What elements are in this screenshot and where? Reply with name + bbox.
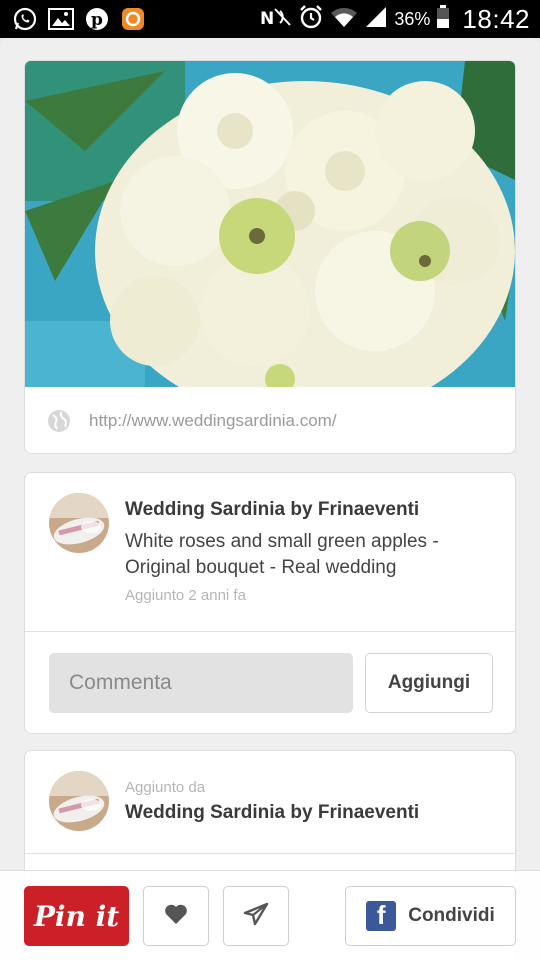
svg-text:N: N	[260, 9, 274, 29]
status-notification-icons: p	[12, 6, 146, 32]
source-url[interactable]: http://www.weddingsardinia.com/	[89, 411, 337, 431]
pinterest-icon: p	[84, 6, 110, 32]
clock: 18:42	[462, 3, 530, 34]
added-by-label: Aggiunto da	[125, 779, 206, 796]
battery-percent: 36%	[394, 8, 431, 29]
pin-text-block: Wedding Sardinia by Frinaeventi White ro…	[125, 499, 495, 604]
nfc-icon: N	[260, 5, 292, 34]
added-by-avatar-wrap[interactable]	[49, 771, 109, 831]
share-label: Condividi	[408, 905, 495, 926]
status-system-icons: N 36% 18:42	[260, 4, 530, 34]
source-link[interactable]: http://www.weddingsardinia.com/	[25, 387, 515, 453]
added-by-name[interactable]: Wedding Sardinia by Frinaeventi	[125, 802, 419, 824]
pin-info-card: Wedding Sardinia by Frinaeventi White ro…	[24, 472, 516, 734]
heart-icon	[164, 903, 188, 930]
facebook-icon: f	[366, 901, 397, 931]
divider	[25, 631, 515, 632]
avatar[interactable]	[49, 493, 109, 553]
pin-image-card: http://www.weddingsardinia.com/	[24, 60, 516, 454]
pin-added-time: Aggiunto 2 anni fa	[125, 587, 246, 604]
pin-description: White roses and small green apples - Ori…	[125, 531, 439, 578]
globe-icon	[47, 409, 71, 433]
whatsapp-icon	[12, 6, 38, 32]
comment-input[interactable]: Commenta	[49, 653, 353, 713]
alarm-icon	[298, 4, 324, 35]
share-button[interactable]: f Condividi	[345, 886, 516, 946]
orange-app-icon	[120, 6, 146, 32]
signal-icon	[364, 5, 388, 34]
divider	[25, 853, 515, 854]
pinner-avatar-wrap[interactable]	[49, 493, 109, 553]
gallery-icon	[48, 6, 74, 32]
pin-it-button[interactable]: Pin it	[24, 886, 129, 946]
add-comment-button[interactable]: Aggiungi	[365, 653, 493, 713]
added-by-text: Aggiunto da Wedding Sardinia by Frinaeve…	[125, 779, 419, 824]
svg-text:p: p	[91, 10, 103, 30]
bottom-action-bar: Pin it f Condividi	[0, 870, 540, 960]
avatar[interactable]	[49, 771, 109, 831]
like-button[interactable]	[143, 886, 209, 946]
send-button[interactable]	[223, 886, 289, 946]
battery-icon	[436, 4, 450, 34]
pin-image[interactable]	[25, 61, 516, 387]
status-bar: p N 36% 18:42	[0, 0, 540, 38]
pin-detail-sheet[interactable]: http://www.weddingsardinia.com/ Wedding …	[0, 38, 540, 960]
wifi-icon	[330, 5, 358, 34]
pinner-name[interactable]: Wedding Sardinia by Frinaeventi	[125, 499, 495, 521]
send-icon	[243, 902, 269, 931]
